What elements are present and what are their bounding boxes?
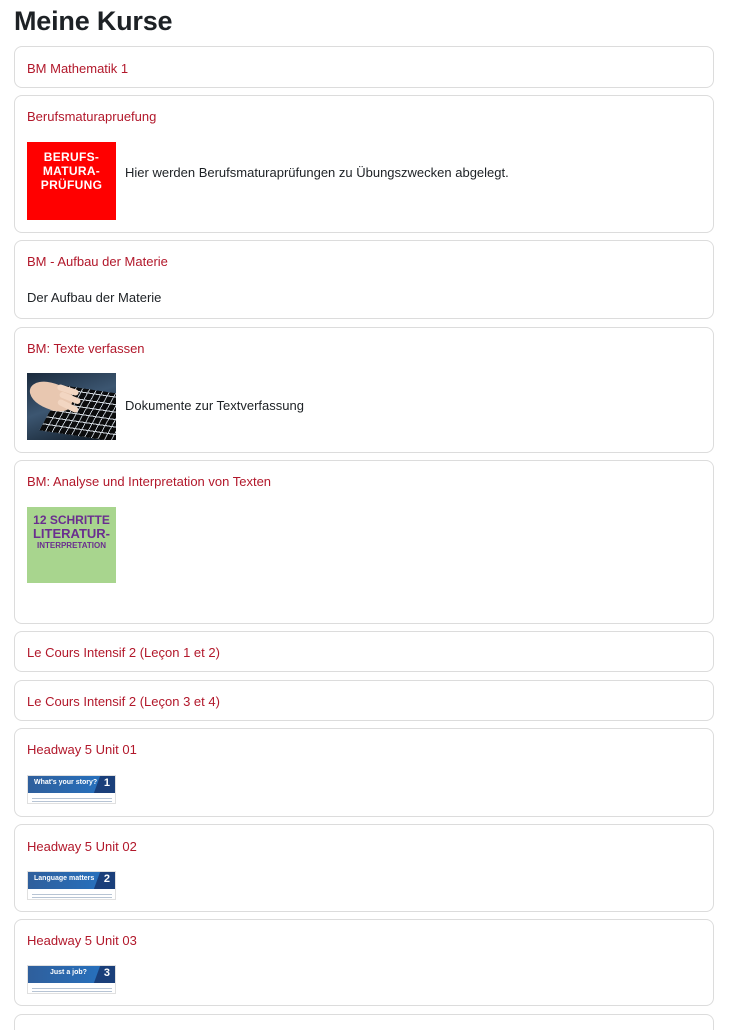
course-summary: Der Aufbau der Materie [27, 290, 162, 305]
image-text: BERUFS- [43, 150, 100, 164]
course-image[interactable]: 12 SCHRITTE LITERATUR- INTERPRETATION [27, 507, 116, 583]
banner-number: 2 [103, 873, 110, 885]
course-summary: Dokumente zur Textverfassung [125, 398, 304, 413]
course-card-headway-5-unit-01: Headway 5 Unit 01 What's your story? 1 [14, 728, 714, 817]
course-banner[interactable]: What's your story? 1 [27, 775, 116, 804]
banner-label: Just a job? [50, 969, 87, 976]
page-title: Meine Kurse [14, 6, 173, 36]
banner-lines [32, 796, 112, 802]
banner-label: Language matters [34, 875, 95, 882]
banner-number: 3 [103, 967, 110, 979]
course-card-headway-5-unit-02: Headway 5 Unit 02 Language matters 2 [14, 824, 714, 912]
banner-label: What's your story? [34, 779, 98, 786]
course-link[interactable]: Le Cours Intensif 2 (Leçon 1 et 2) [27, 645, 220, 660]
course-card-bm-aufbau-der-materie: BM - Aufbau der Materie Der Aufbau der M… [14, 240, 714, 319]
course-card-le-cours-intensif-3-4: Le Cours Intensif 2 (Leçon 3 et 4) [14, 680, 714, 721]
banner-lines [32, 892, 112, 898]
course-banner[interactable]: Just a job? 3 [27, 965, 116, 994]
image-text: LITERATUR- [32, 526, 111, 541]
keyboard-image-icon[interactable] [27, 373, 116, 440]
course-card-headway-5-unit-03: Headway 5 Unit 03 Just a job? 3 [14, 919, 714, 1006]
course-card-bm-mathematik-1: BM Mathematik 1 [14, 46, 714, 88]
course-link[interactable]: BM - Aufbau der Materie [27, 254, 168, 269]
course-link[interactable]: Headway 5 Unit 03 [27, 933, 137, 948]
course-summary: Hier werden Berufsmaturaprüfungen zu Übu… [125, 165, 509, 180]
course-card-bm-texte-verfassen: BM: Texte verfassen Dokumente zur Textve… [14, 327, 714, 453]
course-card-bm-analyse-interpretation: BM: Analyse und Interpretation von Texte… [14, 460, 714, 624]
course-link[interactable]: Le Cours Intensif 2 (Leçon 3 et 4) [27, 694, 220, 709]
course-link[interactable]: Berufsmaturapruefung [27, 109, 156, 124]
course-banner[interactable]: Language matters 2 [27, 871, 116, 900]
banner-number: 1 [103, 777, 110, 789]
course-image[interactable]: BERUFS- MATURA- PRÜFUNG [27, 142, 116, 220]
course-link[interactable]: Headway 5 Unit 02 [27, 839, 137, 854]
course-card-partial [14, 1014, 714, 1030]
course-link[interactable]: BM: Analyse und Interpretation von Texte… [27, 474, 271, 489]
image-text: MATURA- [42, 164, 101, 178]
course-link[interactable]: BM Mathematik 1 [27, 61, 128, 76]
course-card-le-cours-intensif-1-2: Le Cours Intensif 2 (Leçon 1 et 2) [14, 631, 714, 672]
banner-lines [32, 986, 112, 992]
image-text: INTERPRETATION [36, 541, 107, 550]
course-link[interactable]: Headway 5 Unit 01 [27, 742, 137, 757]
course-card-berufsmaturapruefung: Berufsmaturapruefung BERUFS- MATURA- PRÜ… [14, 95, 714, 233]
image-text: PRÜFUNG [40, 178, 103, 192]
course-link[interactable]: BM: Texte verfassen [27, 341, 145, 356]
